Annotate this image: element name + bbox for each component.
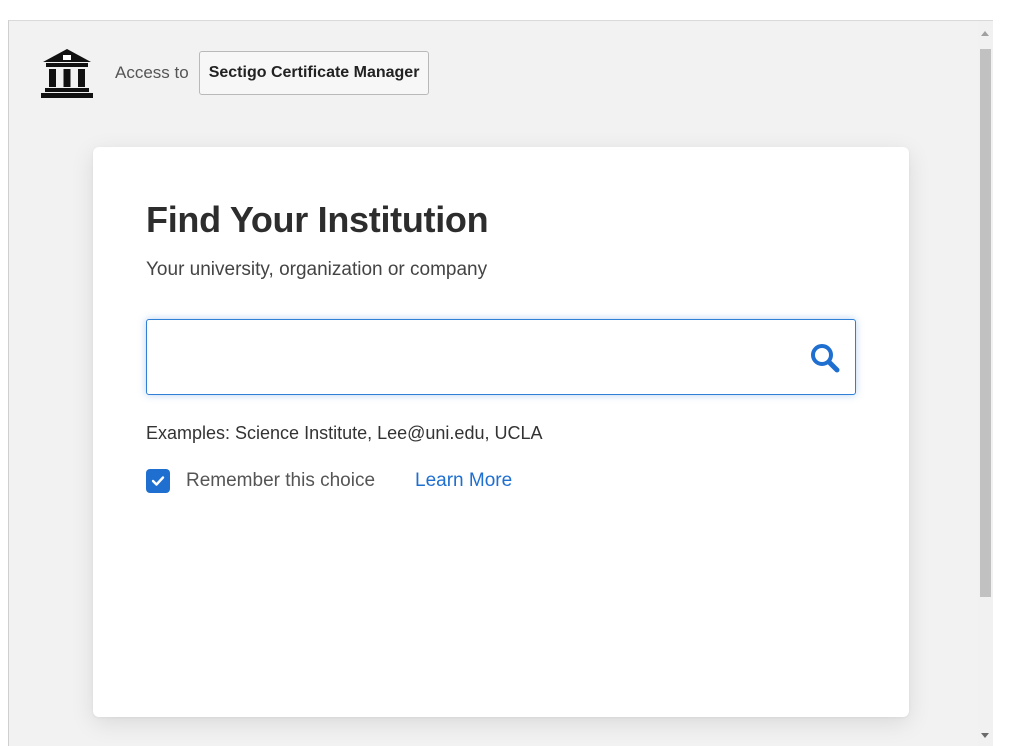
find-institution-card: Find Your Institution Your university, o… — [93, 147, 909, 717]
checkmark-icon — [151, 476, 165, 486]
institution-icon — [39, 45, 95, 101]
institution-search-input[interactable] — [157, 330, 791, 386]
remember-choice-checkbox[interactable] — [146, 469, 170, 493]
service-name-badge: Sectigo Certificate Manager — [198, 51, 430, 95]
remember-choice-label[interactable]: Remember this choice — [186, 470, 375, 492]
vertical-scrollbar[interactable] — [978, 21, 993, 746]
page-subtitle: Your university, organization or company — [146, 259, 488, 280]
access-label: Access to — [115, 63, 189, 82]
scroll-thumb[interactable] — [980, 49, 991, 597]
remember-choice-row: Remember this choice Learn More — [146, 469, 512, 493]
search-icon[interactable] — [809, 342, 841, 374]
examples-hint: Examples: Science Institute, Lee@uni.edu… — [146, 423, 543, 443]
app-window: Access to Sectigo Certificate Manager Fi… — [8, 20, 993, 746]
learn-more-link[interactable]: Learn More — [415, 470, 512, 492]
scroll-up-arrow-icon[interactable] — [981, 31, 989, 36]
scroll-down-arrow-icon[interactable] — [981, 733, 989, 738]
search-box[interactable] — [146, 319, 856, 395]
page-title: Find Your Institution — [146, 199, 489, 240]
header: Access to Sectigo Certificate Manager — [41, 49, 430, 98]
